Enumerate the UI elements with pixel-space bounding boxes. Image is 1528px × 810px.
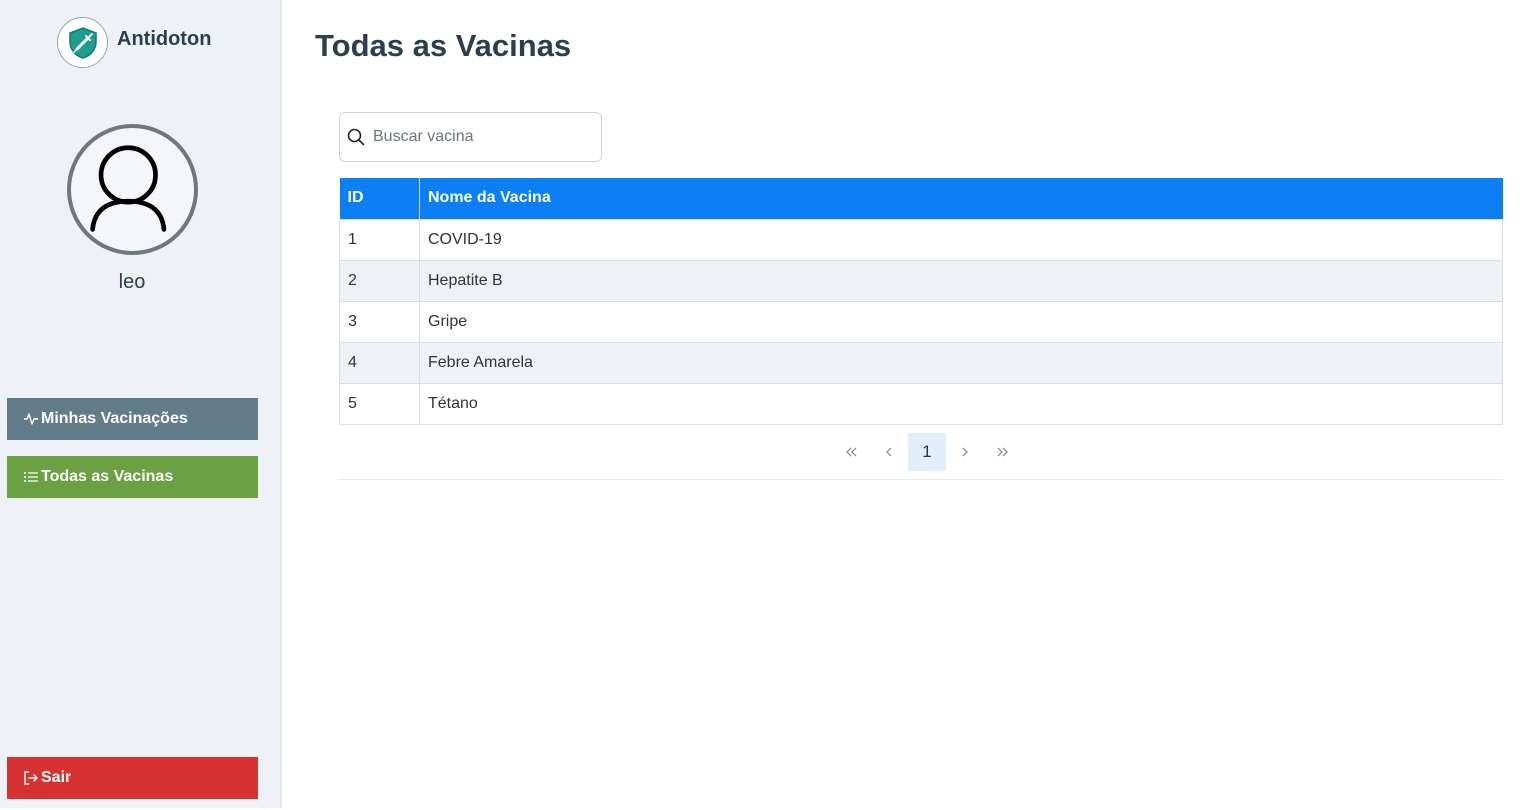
- table-row[interactable]: 5 Tétano: [339, 382, 1503, 425]
- search-icon: [347, 128, 365, 146]
- cell-nome: COVID-19: [419, 218, 1503, 261]
- sair-button[interactable]: Sair: [7, 757, 258, 799]
- list-icon: [24, 472, 38, 482]
- cell-nome: Tétano: [419, 382, 1503, 425]
- pagination: 1: [832, 433, 1022, 471]
- cell-nome: Gripe: [419, 300, 1503, 343]
- cell-id: 3: [339, 300, 420, 343]
- cell-id: 1: [339, 218, 420, 261]
- column-header-nome[interactable]: Nome da Vacina: [419, 178, 1503, 219]
- last-page-button[interactable]: [984, 433, 1022, 471]
- cell-nome: Hepatite B: [419, 259, 1503, 302]
- main-content: Todas as Vacinas ID Nome da Vacina 1 COV…: [284, 0, 1528, 810]
- username: leo: [118, 271, 146, 293]
- divider: [339, 479, 1503, 480]
- table-row[interactable]: 2 Hepatite B: [339, 259, 1503, 302]
- todas-as-vacinas-button[interactable]: Todas as Vacinas: [7, 456, 258, 498]
- vaccines-table: ID Nome da Vacina 1 COVID-19 2 Hepatite …: [339, 178, 1503, 425]
- column-header-id[interactable]: ID: [339, 178, 420, 219]
- avatar: [67, 124, 198, 255]
- brand[interactable]: Antidoton: [57, 17, 211, 68]
- page-1-button[interactable]: 1: [908, 433, 946, 471]
- minhas-vacinacoes-label: Minhas Vacinações: [41, 410, 188, 427]
- cell-nome: Febre Amarela: [419, 341, 1503, 384]
- minhas-vacinacoes-button[interactable]: Minhas Vacinações: [7, 398, 258, 440]
- logout-icon: [24, 771, 38, 785]
- user-icon: [90, 145, 167, 232]
- cell-id: 4: [339, 341, 420, 384]
- sidebar: Antidoton leo Minhas Vacinações Todas as…: [0, 0, 282, 808]
- table-row[interactable]: 3 Gripe: [339, 300, 1503, 343]
- table-row[interactable]: 4 Febre Amarela: [339, 341, 1503, 384]
- search-input[interactable]: [373, 128, 583, 146]
- prev-page-button[interactable]: [870, 433, 908, 471]
- activity-icon: [24, 413, 38, 425]
- chevron-right-icon: [962, 447, 968, 457]
- chevron-left-icon: [886, 447, 892, 457]
- sair-label: Sair: [41, 769, 72, 786]
- page-title: Todas as Vacinas: [315, 28, 572, 63]
- table-header-row: ID Nome da Vacina: [339, 178, 1503, 219]
- cell-id: 2: [339, 259, 420, 302]
- app-name: Antidoton: [117, 28, 212, 50]
- chevrons-right-icon: [997, 447, 1008, 457]
- cell-id: 5: [339, 382, 420, 425]
- todas-as-vacinas-label: Todas as Vacinas: [41, 468, 174, 485]
- table-row[interactable]: 1 COVID-19: [339, 218, 1503, 261]
- search-box[interactable]: [339, 112, 602, 162]
- chevrons-left-icon: [846, 447, 857, 457]
- next-page-button[interactable]: [946, 433, 984, 471]
- syringe-shield-logo-icon: [57, 17, 108, 68]
- first-page-button[interactable]: [832, 433, 870, 471]
